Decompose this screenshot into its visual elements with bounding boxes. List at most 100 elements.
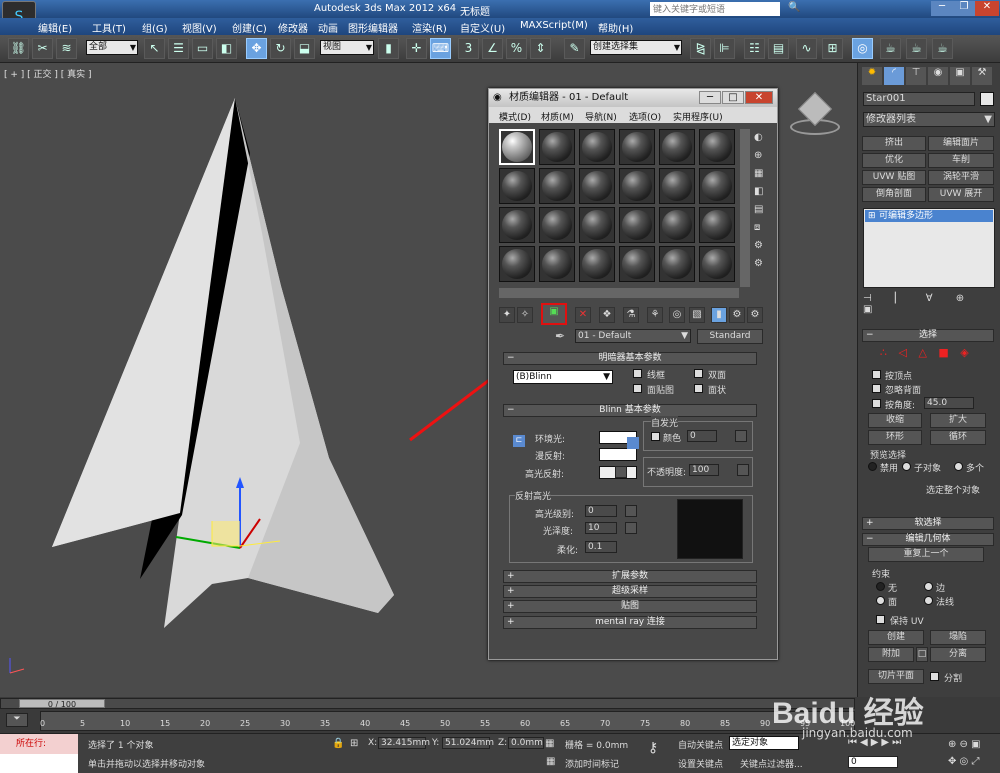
uvw-map-button[interactable]: UVW 贴图	[862, 170, 926, 185]
diffuse-swatch[interactable]	[599, 448, 637, 461]
unwrap-uvw-button[interactable]: UVW 展开	[928, 187, 994, 202]
minimize-icon[interactable]: ─	[931, 1, 953, 16]
sample-slot[interactable]	[659, 207, 695, 243]
close-icon[interactable]: ✕	[975, 1, 999, 16]
ring-button[interactable]: 环形	[868, 430, 922, 445]
self-illum-color-checkbox[interactable]	[651, 432, 660, 441]
key-icon[interactable]: ⚷	[648, 740, 658, 756]
mental-ray-rollout[interactable]: + mental ray 连接	[503, 616, 757, 629]
rect-selection-icon[interactable]: ▭	[192, 38, 213, 59]
specular-map-button[interactable]	[615, 466, 627, 478]
menu-graph-editors[interactable]: 图形编辑器	[348, 20, 398, 35]
spinner-snap-icon[interactable]: ⇕	[530, 38, 551, 59]
mirror-icon[interactable]: ⧎	[690, 38, 711, 59]
object-name-field[interactable]: Star001	[863, 92, 975, 106]
render-setup-icon[interactable]: ☕	[880, 38, 901, 59]
time-slider[interactable]: 0 / 100	[0, 698, 855, 709]
self-illum-map-button[interactable]	[735, 430, 747, 442]
ambient-lock-icon[interactable]: ⊏	[513, 435, 525, 447]
attach-button[interactable]: 附加	[868, 647, 914, 662]
bind-spacewarp-icon[interactable]: ≋	[56, 38, 77, 59]
curve-editor-icon[interactable]: ∿	[796, 38, 817, 59]
modify-tab-icon[interactable]: ◜	[884, 67, 904, 85]
lathe-button[interactable]: 车削	[928, 153, 994, 168]
get-material-icon[interactable]: ✦	[499, 307, 515, 323]
sample-slot[interactable]	[659, 129, 695, 165]
put-to-library-icon[interactable]: ⚗	[623, 307, 639, 323]
sample-slot[interactable]	[619, 168, 655, 204]
search-icon[interactable]: 🔍	[788, 2, 800, 13]
selection-rollout-header[interactable]: − 选择	[862, 329, 994, 342]
lock-selection-icon[interactable]: 🔒	[332, 738, 344, 749]
supersampling-rollout[interactable]: + 超级采样	[503, 585, 757, 598]
percent-snap-icon[interactable]: %	[506, 38, 527, 59]
glossiness-map-button[interactable]	[625, 522, 637, 534]
disable-radio[interactable]	[868, 462, 877, 471]
sample-slot[interactable]	[699, 168, 735, 204]
z-coordinate[interactable]: 0.0mm	[508, 737, 544, 749]
keyboard-shortcut-icon[interactable]: ⌨	[430, 38, 451, 59]
stack-item-editable-poly[interactable]: 可编辑多边形 ⊞	[865, 210, 993, 222]
split-checkbox[interactable]	[930, 672, 939, 681]
mated-menu-navigation[interactable]: 导航(N)	[585, 110, 617, 123]
ribbon-icon[interactable]: ▤	[768, 38, 789, 59]
preserve-uv-checkbox[interactable]	[876, 615, 885, 624]
select-manipulate-icon[interactable]: ✛	[406, 38, 427, 59]
sample-slot[interactable]	[659, 246, 695, 282]
eyedropper-icon[interactable]: ✒	[555, 329, 565, 343]
reference-coord-dropdown[interactable]: 视图 ▼	[320, 40, 374, 55]
subobject-radio[interactable]	[902, 462, 911, 471]
select-scale-icon[interactable]: ⬓	[294, 38, 315, 59]
two-sided-checkbox[interactable]	[694, 369, 703, 378]
modifier-stack[interactable]: 可编辑多边形 ⊞	[863, 208, 995, 288]
menu-modifiers[interactable]: 修改器	[278, 20, 308, 35]
sample-slot[interactable]	[579, 168, 615, 204]
menu-views[interactable]: 视图(V)	[182, 20, 217, 35]
sample-slot[interactable]	[499, 246, 535, 282]
layer-manager-icon[interactable]: ☷	[744, 38, 765, 59]
ignore-backface-checkbox[interactable]	[872, 384, 881, 393]
make-unique-icon[interactable]: ❖	[599, 307, 615, 323]
shader-rollout-header[interactable]: − 明暗器基本参数	[503, 352, 757, 365]
material-editor-titlebar[interactable]: ◉ 材质编辑器 - 01 - Default ─ □ ✕	[489, 89, 777, 107]
slice-plane-button[interactable]: 切片平面	[868, 669, 924, 684]
constraint-normal-radio[interactable]	[924, 596, 933, 605]
time-slider-thumb[interactable]: 0 / 100	[19, 699, 105, 709]
sample-slot[interactable]	[539, 168, 575, 204]
select-by-name-icon[interactable]: ☰	[168, 38, 189, 59]
render-production-icon[interactable]: ☕	[932, 38, 953, 59]
sample-slot[interactable]	[579, 246, 615, 282]
create-button[interactable]: 创建	[868, 630, 924, 645]
menu-group[interactable]: 组(G)	[142, 20, 168, 35]
object-color-swatch[interactable]	[980, 92, 994, 106]
angle-spinner[interactable]: 45.0	[924, 397, 974, 409]
opacity-spinner[interactable]: 100	[689, 464, 719, 476]
spec-level-spinner[interactable]: 0	[585, 505, 617, 517]
auto-key-label[interactable]: 自动关键点	[678, 738, 723, 751]
attach-list-button[interactable]: □	[916, 647, 928, 662]
go-to-parent-icon[interactable]: ▮	[711, 307, 727, 323]
named-selection-dropdown[interactable]: 创建选择集 ▼	[590, 40, 682, 55]
reset-material-icon[interactable]: ✕	[575, 307, 591, 323]
spec-level-map-button[interactable]	[625, 505, 637, 517]
maps-rollout[interactable]: + 贴图	[503, 600, 757, 613]
sample-slot[interactable]	[539, 129, 575, 165]
sample-slot[interactable]	[539, 246, 575, 282]
mated-menu-options[interactable]: 选项(O)	[629, 110, 661, 123]
utilities-tab-icon[interactable]: ⚒	[972, 67, 992, 85]
collapse-button[interactable]: 塌陷	[930, 630, 986, 645]
turbosmooth-button[interactable]: 涡轮平滑	[928, 170, 994, 185]
soften-spinner[interactable]: 0.1	[585, 541, 617, 553]
sample-slot[interactable]	[619, 129, 655, 165]
put-to-scene-icon[interactable]: ✧	[517, 307, 533, 323]
menu-edit[interactable]: 编辑(E)	[38, 20, 72, 35]
edit-geometry-rollout-header[interactable]: − 编辑几何体	[862, 533, 994, 546]
set-key-label[interactable]: 设置关键点	[678, 757, 723, 770]
viewcube[interactable]	[790, 91, 840, 135]
add-time-tag[interactable]: 添加时间标记	[565, 757, 619, 770]
show-end-result-icon[interactable]: ▧	[689, 307, 705, 323]
sample-slot[interactable]	[619, 246, 655, 282]
pivot-center-icon[interactable]: ▮	[378, 38, 399, 59]
material-id-icon[interactable]: ⚘	[647, 307, 663, 323]
face-map-checkbox[interactable]	[633, 384, 642, 393]
